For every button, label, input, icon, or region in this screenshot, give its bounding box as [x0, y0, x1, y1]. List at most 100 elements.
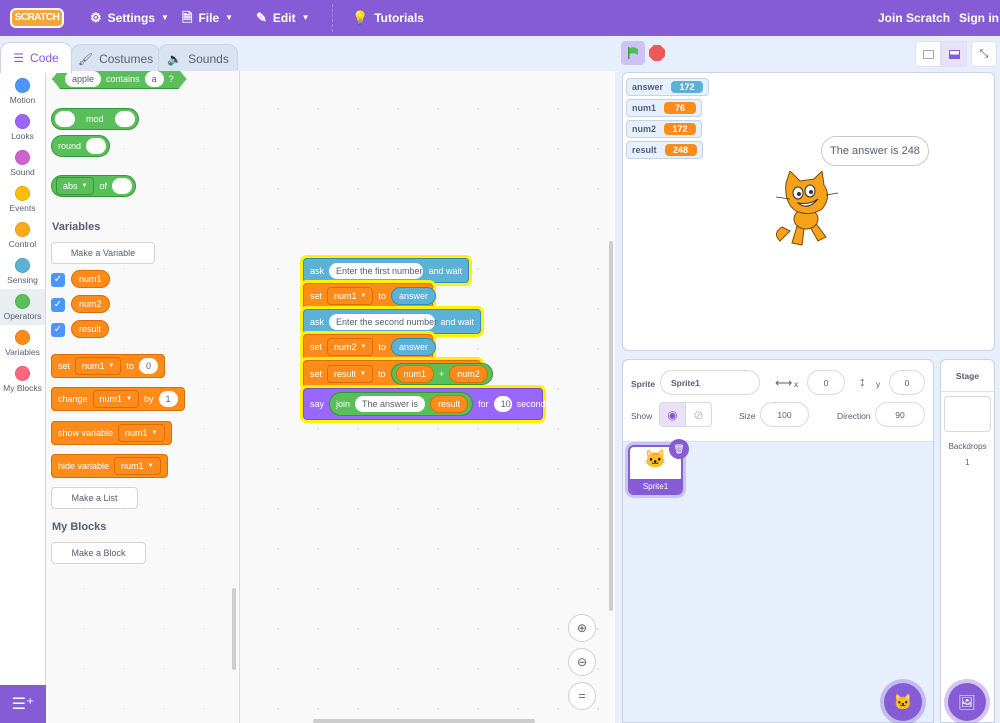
ask-block[interactable]: ask Enter the second number and wait: [303, 309, 481, 334]
set-value-input[interactable]: 0: [139, 358, 159, 374]
x-input[interactable]: 0: [807, 370, 845, 395]
abs-of-block[interactable]: abs ▼ of: [51, 175, 136, 197]
variable-dropdown[interactable]: num1 ▼: [75, 357, 122, 375]
tab-sounds[interactable]: 🔈 Sounds: [158, 44, 238, 73]
category-control[interactable]: Control: [0, 217, 45, 253]
num1-reporter[interactable]: num1: [395, 365, 435, 383]
make-list-button[interactable]: Make a List: [51, 487, 138, 509]
tab-code[interactable]: ☰ Code: [0, 42, 72, 73]
delete-sprite-button[interactable]: 🗑: [669, 439, 689, 459]
set-variable-block[interactable]: set num2 ▼ to answer: [303, 334, 437, 360]
variable-monitor-num2[interactable]: num2 172: [626, 120, 703, 138]
zoom-out-button[interactable]: ⊖: [568, 648, 596, 676]
backdrop-thumbnail[interactable]: [944, 396, 991, 432]
category-operators[interactable]: Operators: [0, 289, 45, 325]
category-looks[interactable]: Looks: [0, 109, 45, 145]
seconds-input[interactable]: 10: [493, 396, 512, 412]
set-variable-block[interactable]: set num1 ▼ to answer: [303, 283, 437, 309]
set-variable-block[interactable]: set result ▼ to num1 + num2: [303, 360, 493, 388]
result-reporter[interactable]: result: [430, 395, 469, 413]
result-checkbox[interactable]: ✓: [51, 323, 65, 337]
green-flag-button[interactable]: [621, 41, 645, 65]
num1-checkbox[interactable]: ✓: [51, 273, 65, 287]
variable-dropdown[interactable]: num2 ▼: [327, 338, 374, 356]
tutorials-button[interactable]: 💡 Tutorials: [352, 0, 424, 36]
palette-scrollbar[interactable]: [232, 588, 236, 670]
mod-input-2[interactable]: [114, 111, 135, 127]
settings-menu[interactable]: ⚙ Settings ▼: [90, 0, 169, 36]
change-variable-block[interactable]: change num1 ▼ by 1: [51, 387, 185, 411]
zoom-reset-button[interactable]: =: [568, 682, 596, 710]
stage-selector[interactable]: Stage Backdrops 1: [940, 359, 995, 723]
show-variable-block[interactable]: show variable num1 ▼: [51, 421, 172, 445]
mod-block[interactable]: mod: [51, 108, 139, 130]
num2-checkbox[interactable]: ✓: [51, 298, 65, 312]
add-sprite-button[interactable]: 🐱: [884, 683, 922, 721]
mod-input-1[interactable]: [55, 111, 75, 127]
file-menu[interactable]: 🗎 File ▼: [182, 0, 233, 36]
change-value-input[interactable]: 1: [158, 391, 178, 407]
num2-reporter[interactable]: num2: [71, 295, 110, 313]
ask-block[interactable]: ask Enter the first number and wait: [303, 258, 469, 283]
variable-dropdown[interactable]: num1 ▼: [118, 424, 165, 442]
category-sound[interactable]: Sound: [0, 145, 45, 181]
variable-monitor-num1[interactable]: num1 76: [626, 99, 703, 117]
sign-in-link[interactable]: Sign in: [959, 0, 999, 36]
variable-dropdown[interactable]: result ▼: [327, 365, 373, 383]
variable-monitor-answer[interactable]: answer 172: [626, 78, 710, 96]
tab-costumes[interactable]: 🖌 Costumes: [71, 44, 160, 73]
add-operator-block[interactable]: num1 + num2: [390, 363, 493, 385]
answer-reporter[interactable]: answer: [391, 287, 437, 305]
num1-reporter[interactable]: num1: [71, 270, 110, 288]
stage-canvas[interactable]: answer 172 num1 76 num2 172 result 248 The a…: [622, 72, 995, 351]
cat-sprite-icon[interactable]: [770, 171, 845, 253]
category-variables[interactable]: Variables: [0, 325, 45, 361]
variable-dropdown[interactable]: num1 ▼: [92, 390, 139, 408]
abs-input[interactable]: [111, 178, 132, 194]
sprite-name-input[interactable]: [660, 370, 760, 395]
block-text: round: [58, 141, 82, 151]
show-sprite-button[interactable]: ◉: [659, 402, 686, 427]
category-events[interactable]: Events: [0, 181, 45, 217]
add-extension-button[interactable]: ☰⁺: [0, 685, 46, 723]
add-backdrop-button[interactable]: 🖼: [948, 683, 986, 721]
result-reporter[interactable]: result: [71, 320, 110, 338]
size-input[interactable]: 100: [760, 402, 809, 427]
fullscreen-button[interactable]: ⤡: [971, 41, 997, 67]
workspace-horizontal-scrollbar[interactable]: [313, 719, 535, 723]
stop-button[interactable]: [649, 45, 665, 61]
join-scratch-link[interactable]: Join Scratch: [878, 0, 950, 36]
hide-sprite-button[interactable]: ⊘: [685, 402, 712, 427]
hide-variable-block[interactable]: hide variable num1 ▼: [51, 454, 168, 478]
num2-reporter[interactable]: num2: [449, 365, 488, 383]
ask-text-input[interactable]: Enter the second number: [329, 313, 437, 330]
category-my-blocks[interactable]: My Blocks: [0, 361, 45, 397]
make-variable-button[interactable]: Make a Variable: [51, 242, 155, 264]
y-input[interactable]: 0: [889, 370, 925, 395]
round-input[interactable]: [86, 138, 107, 154]
small-stage-button[interactable]: [915, 41, 941, 67]
edit-menu[interactable]: ✎ Edit ▼: [256, 0, 310, 36]
variable-monitor-result[interactable]: result 248: [626, 141, 703, 159]
set-variable-block[interactable]: set num1 ▼ to 0: [51, 354, 166, 378]
category-sensing[interactable]: Sensing: [0, 253, 45, 289]
zoom-in-button[interactable]: ⊕: [568, 614, 596, 642]
contains-input-1[interactable]: apple: [65, 71, 101, 87]
workspace-vertical-scrollbar[interactable]: [609, 241, 613, 611]
join-operator-block[interactable]: join The answer is result: [329, 392, 474, 416]
round-block[interactable]: round: [51, 135, 111, 157]
contains-block[interactable]: apple contains a ?: [52, 71, 187, 89]
ask-text-input[interactable]: Enter the first number: [329, 262, 424, 279]
scratch-logo[interactable]: SCRATCH: [10, 8, 64, 28]
say-for-seconds-block[interactable]: say join The answer is result for 10 sec…: [303, 388, 550, 420]
direction-input[interactable]: 90: [875, 402, 925, 427]
contains-input-2[interactable]: a: [145, 71, 164, 87]
variable-dropdown[interactable]: num1 ▼: [327, 287, 374, 305]
large-stage-button[interactable]: [941, 41, 967, 67]
make-block-button[interactable]: Make a Block: [51, 542, 146, 564]
join-text-input[interactable]: The answer is: [355, 396, 426, 412]
variable-dropdown[interactable]: num1 ▼: [114, 457, 161, 475]
category-motion[interactable]: Motion: [0, 73, 45, 109]
abs-dropdown[interactable]: abs ▼: [56, 177, 95, 195]
answer-reporter[interactable]: answer: [391, 338, 437, 356]
